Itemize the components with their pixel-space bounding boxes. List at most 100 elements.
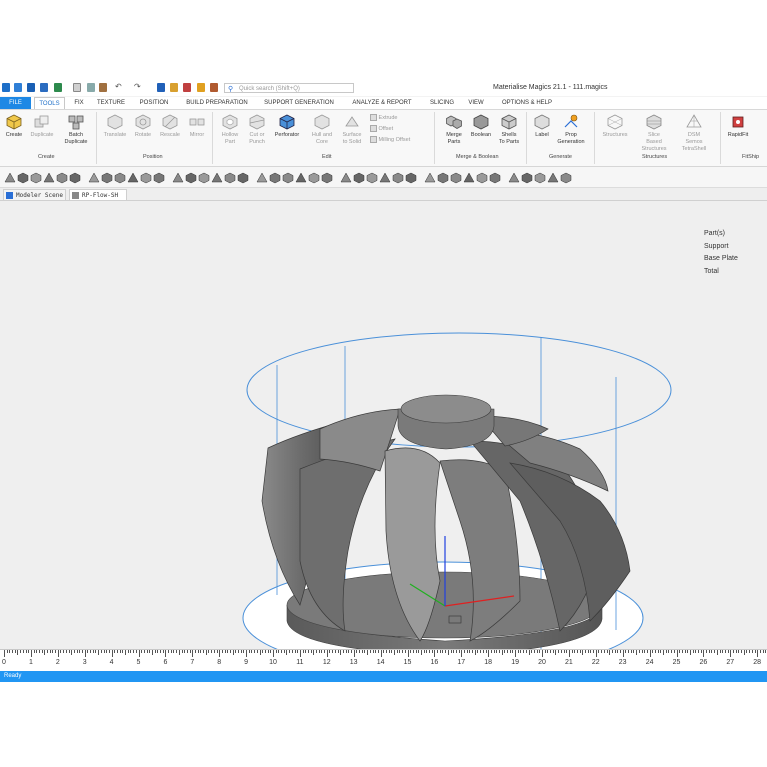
menu-tools[interactable]: TOOLS bbox=[34, 97, 65, 109]
redo-icon[interactable]: ↷ bbox=[134, 83, 144, 92]
menu-view[interactable]: VIEW bbox=[464, 97, 488, 109]
menu-build-preparation[interactable]: BUILD PREPARATION bbox=[178, 97, 256, 109]
menu-support-generation[interactable]: SUPPORT GENERATION bbox=[258, 97, 340, 109]
view-back-icon[interactable] bbox=[224, 171, 236, 184]
measure-icon[interactable] bbox=[392, 171, 404, 184]
batch-duplicate-button[interactable]: Batch Duplicate bbox=[62, 114, 90, 146]
mark-icon[interactable] bbox=[114, 171, 126, 184]
clip-icon[interactable] bbox=[424, 171, 436, 183]
scene-canvas[interactable] bbox=[0, 201, 767, 649]
undo-icon[interactable]: ↶ bbox=[115, 83, 125, 92]
dsm-tetrashell-button[interactable]: DSM Semos TetraShell bbox=[680, 114, 708, 153]
wire-icon[interactable] bbox=[366, 171, 378, 184]
cut-punch-button[interactable]: Cut or Punch bbox=[243, 114, 271, 146]
structures-button[interactable]: Structures bbox=[601, 114, 629, 139]
open-file-icon[interactable] bbox=[14, 83, 22, 92]
menu-file[interactable]: FILE bbox=[0, 97, 31, 109]
tab-modeler-scene[interactable]: Modeler Scene bbox=[3, 189, 66, 200]
ruler-tick bbox=[609, 650, 611, 655]
shells-to-parts-button[interactable]: Shells To Parts bbox=[495, 114, 523, 146]
measure-icon[interactable] bbox=[183, 83, 191, 92]
duplicate-button[interactable]: Duplicate bbox=[28, 114, 56, 139]
view-bottom-icon[interactable] bbox=[282, 171, 294, 184]
rotate-view-icon[interactable] bbox=[340, 171, 352, 183]
lasso-select-icon[interactable] bbox=[69, 171, 81, 184]
mark-icon[interactable] bbox=[560, 171, 572, 184]
cut-icon[interactable] bbox=[210, 83, 218, 92]
surface-select-icon[interactable] bbox=[476, 171, 488, 184]
menu-texture[interactable]: TEXTURE bbox=[92, 97, 130, 109]
edge-icon[interactable] bbox=[185, 171, 197, 184]
rotate-button[interactable]: Rotate bbox=[129, 114, 157, 139]
shell-select-icon[interactable] bbox=[17, 171, 29, 184]
prop-generation-button[interactable]: Prop Generation bbox=[557, 114, 585, 146]
import-icon[interactable] bbox=[54, 83, 62, 92]
view-front-icon[interactable] bbox=[211, 171, 223, 183]
offset-button[interactable]: Offset bbox=[370, 125, 393, 132]
grow-icon[interactable] bbox=[153, 171, 165, 184]
wrench-icon[interactable] bbox=[197, 83, 205, 92]
hull-core-button[interactable]: Hull and Core bbox=[308, 114, 336, 146]
view-icon[interactable] bbox=[157, 83, 165, 92]
pan-icon[interactable] bbox=[321, 171, 333, 184]
milling-offset-button[interactable]: Milling Offset bbox=[370, 136, 410, 143]
rescale-button[interactable]: Rescale bbox=[156, 114, 184, 139]
rapidfit-button[interactable]: RapidFit bbox=[724, 114, 752, 139]
shell-select-icon[interactable] bbox=[463, 171, 475, 183]
report-icon[interactable] bbox=[73, 83, 81, 92]
select-icon[interactable] bbox=[170, 83, 178, 92]
tri-icon[interactable] bbox=[379, 171, 391, 183]
new-file-icon[interactable] bbox=[2, 83, 10, 92]
shrink-icon[interactable] bbox=[172, 171, 184, 183]
menu-analyze-report[interactable]: ANALYZE & REPORT bbox=[344, 97, 420, 109]
print-icon[interactable] bbox=[87, 83, 95, 92]
view-right-icon[interactable] bbox=[256, 171, 268, 183]
perforator-button[interactable]: Perforator bbox=[273, 114, 301, 139]
search-input[interactable]: ⚲ Quick search (Shift+Q) bbox=[224, 83, 354, 93]
boolean-button[interactable]: Boolean bbox=[467, 114, 495, 139]
save-all-icon[interactable] bbox=[40, 83, 48, 92]
box-select-icon[interactable] bbox=[508, 171, 520, 183]
plane-select-icon[interactable] bbox=[43, 171, 55, 183]
invert-icon[interactable] bbox=[140, 171, 152, 184]
ruler-tick bbox=[498, 650, 500, 653]
tools-icon[interactable] bbox=[99, 83, 107, 92]
view-left-icon[interactable] bbox=[237, 171, 249, 184]
menu-options-help[interactable]: OPTIONS & HELP bbox=[492, 97, 562, 109]
ruler-tick bbox=[313, 650, 315, 655]
surface-select-icon[interactable] bbox=[30, 171, 42, 184]
extrude-button[interactable]: Extrude bbox=[370, 114, 398, 121]
brush-select-icon[interactable] bbox=[534, 171, 546, 184]
slice-based-structures-button[interactable]: Slice Based Structures bbox=[640, 114, 668, 153]
menu-position[interactable]: POSITION bbox=[133, 97, 175, 109]
ruler-tick bbox=[445, 650, 447, 653]
tab-rp-flow[interactable]: RP-Flow-SH bbox=[69, 189, 127, 200]
view-top-icon[interactable] bbox=[269, 171, 281, 184]
section-icon[interactable] bbox=[405, 171, 417, 184]
triangle-icon[interactable] bbox=[198, 171, 210, 184]
menu-slicing[interactable]: SLICING bbox=[424, 97, 460, 109]
box-select-icon[interactable] bbox=[56, 171, 68, 184]
paint-icon[interactable] bbox=[547, 171, 559, 183]
view-iso-icon[interactable] bbox=[295, 171, 307, 183]
menu-fix[interactable]: FIX bbox=[68, 97, 90, 109]
normals-icon[interactable] bbox=[437, 171, 449, 184]
plane-select-icon[interactable] bbox=[489, 171, 501, 184]
merge-parts-button[interactable]: Merge Parts bbox=[440, 114, 468, 146]
unmark-icon[interactable] bbox=[127, 171, 139, 183]
brush-select-icon[interactable] bbox=[88, 171, 100, 183]
label-button[interactable]: Label bbox=[528, 114, 556, 139]
save-icon[interactable] bbox=[27, 83, 35, 92]
triangle-select-icon[interactable] bbox=[4, 171, 16, 183]
create-button[interactable]: Create bbox=[0, 114, 28, 139]
surface-solid-button[interactable]: Surface to Solid bbox=[338, 114, 366, 146]
triangle-select-icon[interactable] bbox=[450, 171, 462, 184]
lasso-select-icon[interactable] bbox=[521, 171, 533, 184]
shaded-icon[interactable] bbox=[353, 171, 365, 184]
translate-button[interactable]: Translate bbox=[101, 114, 129, 139]
3d-viewport[interactable]: Part(s) Support Base Plate Total bbox=[0, 201, 767, 649]
zoom-icon[interactable] bbox=[308, 171, 320, 184]
mirror-button[interactable]: Mirror bbox=[183, 114, 211, 139]
hollow-part-button[interactable]: Hollow Part bbox=[216, 114, 244, 146]
paint-icon[interactable] bbox=[101, 171, 113, 184]
